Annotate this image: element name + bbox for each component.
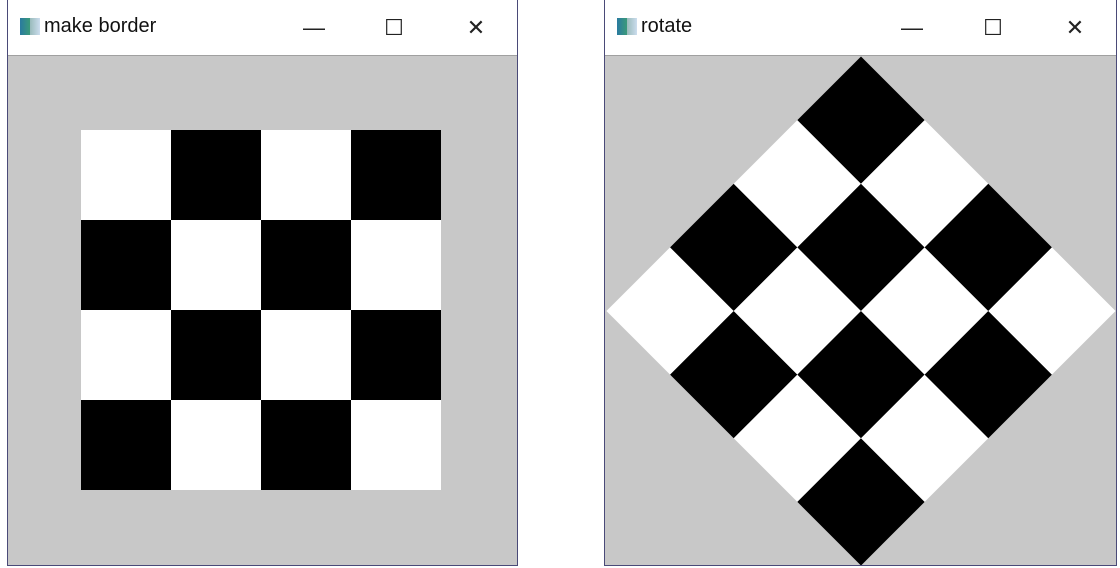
black-square	[171, 310, 261, 400]
minimize-button[interactable]: —	[294, 10, 334, 46]
white-square	[351, 400, 441, 490]
image-canvas	[605, 56, 1116, 565]
white-square	[351, 220, 441, 310]
black-square	[261, 400, 351, 490]
title-bar[interactable]: make border — ☐ ✕	[8, 0, 517, 56]
window-make-border: make border — ☐ ✕	[7, 0, 518, 566]
white-square	[261, 310, 351, 400]
white-square	[261, 130, 351, 220]
close-button[interactable]: ✕	[456, 10, 496, 46]
black-square	[261, 220, 351, 310]
black-square	[81, 220, 171, 310]
window-title: make border	[44, 15, 157, 37]
close-button[interactable]: ✕	[1055, 10, 1095, 46]
white-square	[81, 130, 171, 220]
black-square	[81, 400, 171, 490]
black-square	[171, 130, 261, 220]
minimize-button[interactable]: —	[892, 10, 932, 46]
rotated-checkerboard-image	[606, 56, 1116, 565]
checkerboard-image	[81, 130, 441, 490]
maximize-button[interactable]: ☐	[374, 10, 414, 46]
title-bar[interactable]: rotate — ☐ ✕	[605, 0, 1116, 56]
black-square	[351, 130, 441, 220]
window-title: rotate	[641, 15, 693, 37]
black-square	[351, 310, 441, 400]
opencv-window-icon	[20, 18, 40, 35]
window-rotate: rotate — ☐ ✕	[604, 0, 1117, 566]
white-square	[81, 310, 171, 400]
maximize-button[interactable]: ☐	[973, 10, 1013, 46]
white-square	[171, 400, 261, 490]
opencv-window-icon	[617, 18, 637, 35]
white-square	[171, 220, 261, 310]
image-canvas	[8, 56, 517, 565]
